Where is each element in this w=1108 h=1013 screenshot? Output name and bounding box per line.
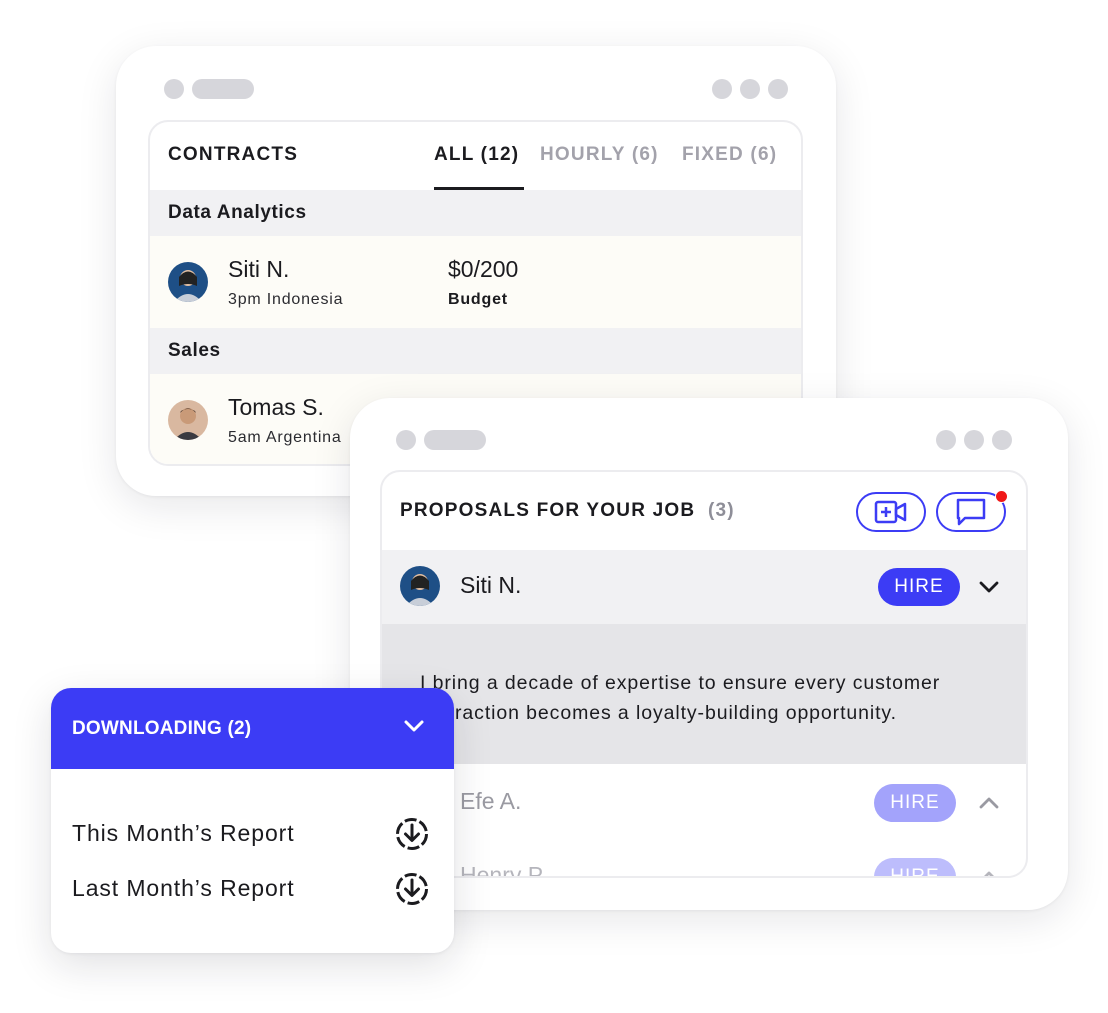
section-title: Data Analytics: [168, 202, 307, 223]
contracts-header: CONTRACTS ALL (12) HOURLY (6) FIXED (6): [150, 122, 801, 190]
tab-fixed[interactable]: FIXED (6): [682, 144, 777, 166]
video-add-icon: [874, 500, 907, 524]
window-control-dot[interactable]: [964, 430, 984, 450]
proposal-row[interactable]: Efe A. HIRE: [382, 764, 1026, 838]
proposals-title: PROPOSALS FOR YOUR JOB: [400, 500, 696, 521]
applicant-name: Siti N.: [460, 572, 522, 598]
hire-button[interactable]: HIRE: [874, 784, 956, 822]
section-header-sales: Sales: [150, 328, 801, 374]
applicant-name: Efe A.: [460, 788, 522, 814]
window-control-dot[interactable]: [768, 79, 788, 99]
applicant-name: Henry P.: [460, 862, 547, 878]
window-control-dot[interactable]: [936, 430, 956, 450]
window-dot: [164, 79, 184, 99]
tab-all[interactable]: ALL (12): [434, 144, 519, 166]
downloading-panel: DOWNLOADING (2) This Month’s Report Last…: [51, 688, 454, 953]
avatar: [168, 400, 208, 440]
proposals-window: PROPOSALS FOR YOUR JOB (3) Siti N. HIRE …: [350, 398, 1068, 910]
person-name: Tomas S.: [228, 394, 324, 420]
proposals-card: PROPOSALS FOR YOUR JOB (3) Siti N. HIRE …: [380, 470, 1028, 878]
chevron-down-icon[interactable]: [402, 718, 426, 734]
proposal-message: I bring a decade of expertise to ensure …: [420, 672, 941, 724]
downloading-header[interactable]: DOWNLOADING (2): [51, 688, 454, 769]
proposal-row[interactable]: Siti N. HIRE: [382, 550, 1026, 624]
budget-label: Budget: [448, 291, 508, 308]
chat-button[interactable]: [936, 490, 1008, 532]
download-item-label: Last Month’s Report: [72, 875, 295, 901]
download-progress-icon[interactable]: [394, 871, 430, 907]
hire-button[interactable]: HIRE: [874, 858, 956, 876]
window-pill: [424, 430, 486, 450]
person-name: Siti N.: [228, 256, 290, 282]
chevron-down-icon[interactable]: [978, 580, 1000, 594]
contract-row[interactable]: Siti N. 3pm Indonesia $0/200 Budget: [150, 236, 801, 328]
chat-icon: [956, 498, 986, 526]
download-item[interactable]: Last Month’s Report: [51, 869, 454, 909]
section-header-data-analytics: Data Analytics: [150, 190, 801, 236]
proposals-header: PROPOSALS FOR YOUR JOB (3): [382, 472, 1026, 550]
notification-dot: [995, 490, 1008, 503]
download-progress-icon[interactable]: [394, 816, 430, 852]
chevron-up-icon[interactable]: [978, 796, 1000, 810]
budget-amount: $0/200: [448, 256, 519, 282]
chevron-up-icon[interactable]: [978, 870, 1000, 878]
avatar: [400, 566, 440, 606]
tab-hourly[interactable]: HOURLY (6): [540, 144, 659, 166]
download-item[interactable]: This Month’s Report: [51, 814, 454, 854]
avatar: [168, 262, 208, 302]
section-title: Sales: [168, 340, 221, 361]
person-location: 5am Argentina: [228, 429, 342, 446]
proposals-count: (3): [708, 500, 735, 521]
person-location: 3pm Indonesia: [228, 291, 344, 308]
video-call-button[interactable]: [856, 492, 926, 532]
proposal-message-panel: I bring a decade of expertise to ensure …: [382, 624, 1026, 764]
window-pill: [192, 79, 254, 99]
window-dot: [396, 430, 416, 450]
window-control-dot[interactable]: [712, 79, 732, 99]
hire-button[interactable]: HIRE: [878, 568, 960, 606]
contracts-title: CONTRACTS: [168, 144, 299, 165]
proposal-row[interactable]: Henry P. HIRE: [382, 838, 1026, 878]
window-control-dot[interactable]: [740, 79, 760, 99]
window-chrome: [350, 398, 1068, 468]
download-item-label: This Month’s Report: [72, 820, 295, 846]
downloading-title: DOWNLOADING (2): [72, 718, 252, 739]
window-control-dot[interactable]: [992, 430, 1012, 450]
window-chrome: [116, 46, 836, 116]
